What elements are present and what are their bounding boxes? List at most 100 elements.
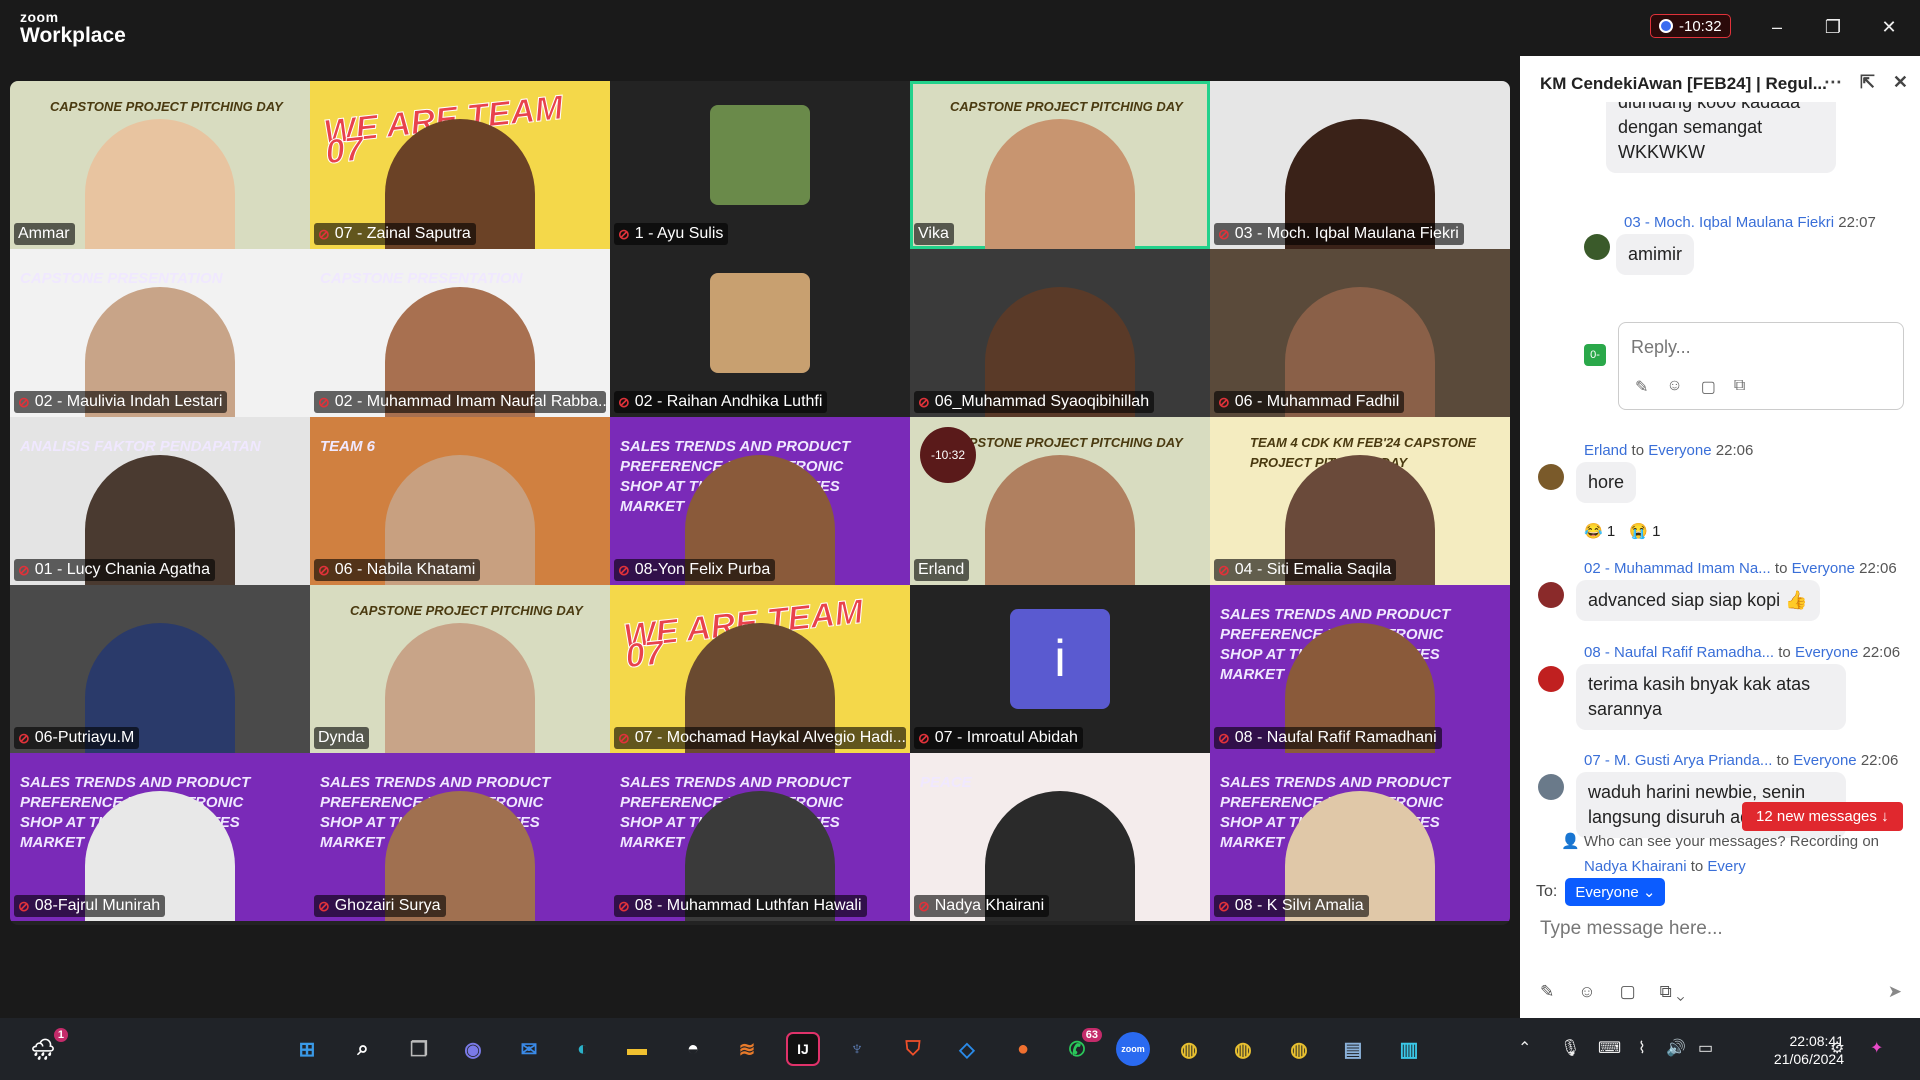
video-tile[interactable]: Peace ⊘ Nadya Khairani <box>910 753 1210 921</box>
send-icon[interactable]: ➤ <box>1888 982 1902 1002</box>
recipient-dropdown[interactable]: Everyone ⌄ <box>1565 878 1666 906</box>
postman-icon[interactable]: ● <box>1006 1032 1040 1066</box>
video-tile[interactable]: Capstone Project Pitching Day Dynda <box>310 585 610 753</box>
video-tile[interactable]: ⊘ 02 - Raihan Andhika Luthfi <box>610 249 910 417</box>
github-icon[interactable]: ◓ <box>676 1032 710 1066</box>
vscode-icon[interactable]: ◇ <box>950 1032 984 1066</box>
video-tile[interactable]: ⊘ 03 - Moch. Iqbal Maulana Fiekri <box>1210 81 1510 249</box>
video-tile[interactable]: Sales Trends and Product Preference in E… <box>610 417 910 585</box>
recipient[interactable]: Every <box>1707 858 1745 875</box>
emoji-icon[interactable]: ☺ <box>1578 982 1595 1002</box>
zoom-taskbar-icon[interactable]: zoom <box>1116 1032 1150 1066</box>
zoom-logo: zoom Workplace <box>20 10 126 48</box>
avatar <box>1538 582 1564 608</box>
muted-mic-icon: ⊘ <box>1218 225 1230 242</box>
video-tile[interactable]: Capstone Presentation ⊘ 02 - Muhammad Imam… <box>310 249 610 417</box>
copilot-icon[interactable]: ✦ <box>1870 1038 1883 1058</box>
video-tile[interactable]: ⊘ 06-Putriayu.M <box>10 585 310 753</box>
stack-icon[interactable]: ≋ <box>730 1032 764 1066</box>
recipient[interactable]: Everyone <box>1793 752 1856 769</box>
screenshot-icon[interactable]: ⧉ ⌄ <box>1660 982 1685 1002</box>
weather-widget-icon[interactable]: 🌧 1 <box>26 1028 68 1066</box>
video-tile[interactable]: ⊘ 06_Muhammad Syaoqibihillah <box>910 249 1210 417</box>
video-tile[interactable]: ⊘ 1 - Ayu Sulis <box>610 81 910 249</box>
keyboard-icon[interactable]: ⌨ <box>1598 1038 1621 1058</box>
muted-mic-icon: ⊘ <box>618 561 630 578</box>
video-tile[interactable]: ⊘ 06 - Muhammad Fadhil <box>1210 249 1510 417</box>
chrome-icon-3[interactable]: ◍ <box>1282 1032 1316 1066</box>
participant-name: Ghozairi Surya <box>334 897 441 914</box>
restore-button[interactable]: ❐ <box>1820 14 1846 40</box>
minimize-button[interactable]: – <box>1764 14 1790 40</box>
chrome-icon-2[interactable]: ◍ <box>1226 1032 1260 1066</box>
message-bubble: amimir <box>1616 234 1694 275</box>
notepad-icon[interactable]: ▥ <box>1392 1032 1426 1066</box>
sender-name[interactable]: 07 - M. Gusti Arya Prianda... <box>1584 752 1772 769</box>
message-list[interactable]: diundang ko00 kadaaa dengan semangat WKK… <box>1520 102 1920 876</box>
format-icon[interactable]: ✎ <box>1635 377 1648 397</box>
sender-name[interactable]: 08 - Naufal Rafif Ramadha... <box>1584 644 1774 661</box>
profile-picture <box>710 273 810 373</box>
chat-app-icon[interactable]: ◉ <box>456 1032 490 1066</box>
video-tile[interactable]: Sales Trends and Product Preference in E… <box>310 753 610 921</box>
task-view-icon[interactable]: ❐ <box>402 1032 436 1066</box>
video-tile[interactable]: Capstone Project Pitching Day -10:32 Erlan… <box>910 417 1210 585</box>
file-explorer-icon[interactable]: ▬ <box>620 1032 654 1066</box>
video-tile[interactable]: Capstone Project Pitching Day Vika <box>910 81 1210 249</box>
reply-box[interactable]: Reply... ✎ ☺ ▢ ⧉ <box>1618 322 1904 410</box>
video-tile[interactable]: Sales Trends and Product Preference in E… <box>1210 753 1510 921</box>
video-tile[interactable]: Capstone Project Pitching Day Ammar <box>10 81 310 249</box>
screenshot-icon[interactable]: ⧉ <box>1734 377 1745 397</box>
edge-icon[interactable]: ◐ <box>566 1032 600 1066</box>
notification-icon[interactable]: ⚙ <box>1830 1038 1844 1058</box>
new-messages-button[interactable]: 12 new messages ↓ <box>1742 802 1903 831</box>
windows-start-icon[interactable]: ⊞ <box>290 1032 324 1066</box>
format-icon[interactable]: ✎ <box>1540 982 1554 1002</box>
video-tile[interactable]: Capstone Presentation ⊘ 02 - Maulivia Inda… <box>10 249 310 417</box>
video-tile[interactable]: Analisis Faktor Pendapatan ⊘ 01 - Lucy Cha… <box>10 417 310 585</box>
emoji-icon[interactable]: ☺ <box>1666 377 1682 397</box>
sender-name[interactable]: Nadya Khairani <box>1584 858 1687 875</box>
brave-icon[interactable]: ⛉ <box>896 1032 930 1066</box>
mail-icon[interactable]: ✉ <box>512 1032 546 1066</box>
reactions[interactable]: 😂 1 😭 1 <box>1584 522 1660 540</box>
message-input[interactable]: Type message here... <box>1540 918 1723 940</box>
meeting-timer[interactable]: -10:32 <box>1650 14 1731 38</box>
logo-line1: zoom <box>20 9 59 25</box>
pop-out-icon[interactable]: ⇱ <box>1860 72 1875 93</box>
zoom-window: zoom Workplace -10:32 – ❐ ✕ Capstone Pro… <box>0 0 1920 1080</box>
microphone-icon[interactable]: 🎙 <box>1560 1038 1580 1058</box>
video-tile[interactable]: We are Team 07 ⊘ 07 - Mochamad Haykal Alve… <box>610 585 910 753</box>
recipient[interactable]: Everyone <box>1795 644 1858 661</box>
file-icon[interactable]: ▢ <box>1701 377 1716 397</box>
person-icon: 👤 <box>1560 833 1580 850</box>
video-tile[interactable]: Sales Trends and Product Preference in E… <box>610 753 910 921</box>
close-button[interactable]: ✕ <box>1876 14 1902 40</box>
close-chat-icon[interactable]: ✕ <box>1893 72 1908 93</box>
privacy-note[interactable]: 👤 Who can see your messages? Recording o… <box>1520 832 1920 850</box>
more-options-icon[interactable]: ⋯ <box>1824 72 1842 93</box>
chrome-icon-1[interactable]: ◍ <box>1172 1032 1206 1066</box>
video-tile[interactable]: We are Team 07 ⊘ 07 - Zainal Saputra <box>310 81 610 249</box>
muted-mic-icon: ⊘ <box>318 225 330 242</box>
jetbrains-icon[interactable]: IJ <box>786 1032 820 1066</box>
volume-icon[interactable]: 🔊 <box>1666 1038 1686 1058</box>
sender-name[interactable]: 02 - Muhammad Imam Na... <box>1584 560 1771 577</box>
file-icon[interactable]: ▢ <box>1620 982 1636 1002</box>
video-tile[interactable]: i ⊘ 07 - Imroatul Abidah <box>910 585 1210 753</box>
postgres-icon[interactable]: ♆ <box>840 1032 874 1066</box>
recipient[interactable]: Everyone <box>1792 560 1855 577</box>
sender-name[interactable]: Erland <box>1584 442 1627 459</box>
video-tile[interactable]: Sales Trends and Product Preference in E… <box>10 753 310 921</box>
search-icon[interactable]: ⌕ <box>346 1032 380 1066</box>
whatsapp-icon[interactable]: ✆ 63 <box>1060 1028 1102 1066</box>
monitor-app-icon[interactable]: ▤ <box>1336 1032 1370 1066</box>
recipient[interactable]: Everyone <box>1648 442 1711 459</box>
video-tile[interactable]: Team 6 ⊘ 06 - Nabila Khatami <box>310 417 610 585</box>
network-icon[interactable]: ⌇ <box>1638 1038 1646 1058</box>
chevron-up-icon[interactable]: ⌃ <box>1518 1038 1531 1058</box>
sender-name[interactable]: 03 - Moch. Iqbal Maulana Fiekri <box>1624 214 1834 231</box>
video-tile[interactable]: Sales Trends and Product Preference in E… <box>1210 585 1510 753</box>
battery-icon[interactable]: ▭ <box>1698 1038 1713 1058</box>
video-tile[interactable]: Team 4 CDK KM FEB'24 Capstone Project Pi… <box>1210 417 1510 585</box>
